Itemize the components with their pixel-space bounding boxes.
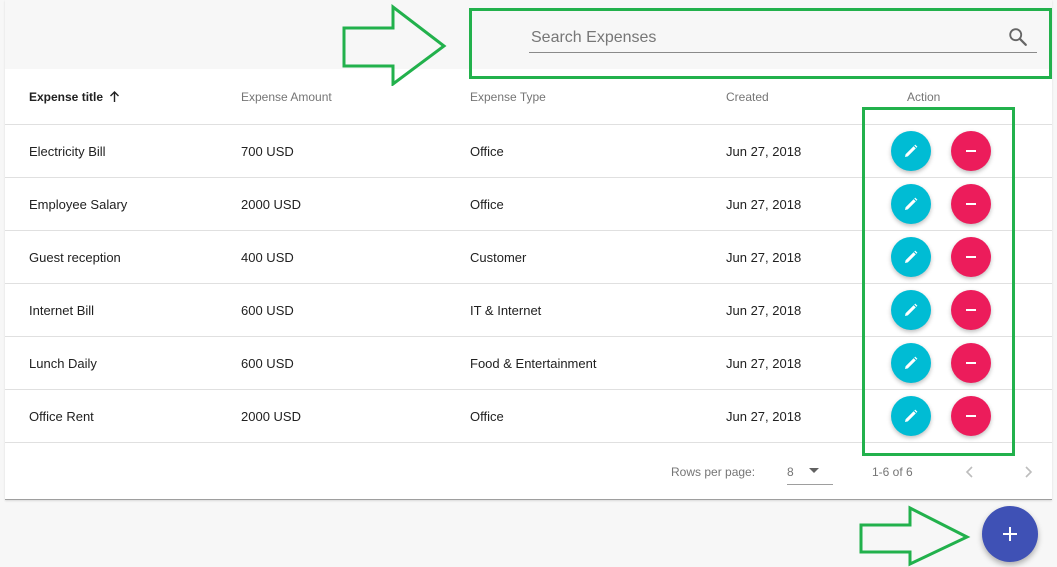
column-header-expense-title[interactable]: Expense title xyxy=(29,90,120,104)
cell-title: Lunch Daily xyxy=(29,356,97,371)
cell-title: Employee Salary xyxy=(29,197,128,212)
cell-created: Jun 27, 2018 xyxy=(726,356,802,371)
column-header-action: Action xyxy=(907,90,941,104)
cell-type: Office xyxy=(470,197,504,212)
cell-type: Food & Entertainment xyxy=(470,356,597,371)
cell-created: Jun 27, 2018 xyxy=(726,250,802,265)
plus-icon xyxy=(1003,527,1017,541)
cell-created: Jun 27, 2018 xyxy=(726,197,802,212)
cell-created: Jun 27, 2018 xyxy=(726,409,802,424)
cell-amount: 2000 USD xyxy=(241,409,301,424)
add-expense-button[interactable] xyxy=(982,506,1038,562)
annotation-box-actions xyxy=(862,107,1015,456)
cell-type: IT & Internet xyxy=(470,303,542,318)
rows-per-page-label: Rows per page: xyxy=(671,465,756,479)
column-header-expense-amount[interactable]: Expense Amount xyxy=(241,90,332,104)
cell-title: Electricity Bill xyxy=(29,144,106,159)
cell-title: Internet Bill xyxy=(29,303,95,318)
cell-created: Jun 27, 2018 xyxy=(726,144,802,159)
annotation-arrow-right xyxy=(859,505,971,567)
cell-type: Office xyxy=(470,144,504,159)
column-header-expense-type[interactable]: Expense Type xyxy=(470,90,546,104)
arrow-up-icon xyxy=(110,91,120,102)
rows-per-page-select[interactable]: 8 xyxy=(787,462,833,485)
annotation-box-search xyxy=(469,8,1052,79)
caret-down-icon xyxy=(809,468,819,473)
rows-per-page-value: 8 xyxy=(787,465,794,479)
cell-created: Jun 27, 2018 xyxy=(726,303,802,318)
cell-type: Office xyxy=(470,409,504,424)
cell-amount: 600 USD xyxy=(241,303,294,318)
pagination-range: 1-6 of 6 xyxy=(872,465,913,479)
cell-amount: 2000 USD xyxy=(241,197,301,212)
cell-title: Guest reception xyxy=(29,250,121,265)
column-header-created[interactable]: Created xyxy=(726,90,769,104)
cell-title: Office Rent xyxy=(29,409,94,424)
chevron-left-icon[interactable] xyxy=(961,463,979,481)
cell-amount: 700 USD xyxy=(241,144,294,159)
cell-amount: 600 USD xyxy=(241,356,294,371)
annotation-arrow-right xyxy=(342,4,447,86)
cell-amount: 400 USD xyxy=(241,250,294,265)
chevron-right-icon[interactable] xyxy=(1019,463,1037,481)
cell-type: Customer xyxy=(470,250,527,265)
